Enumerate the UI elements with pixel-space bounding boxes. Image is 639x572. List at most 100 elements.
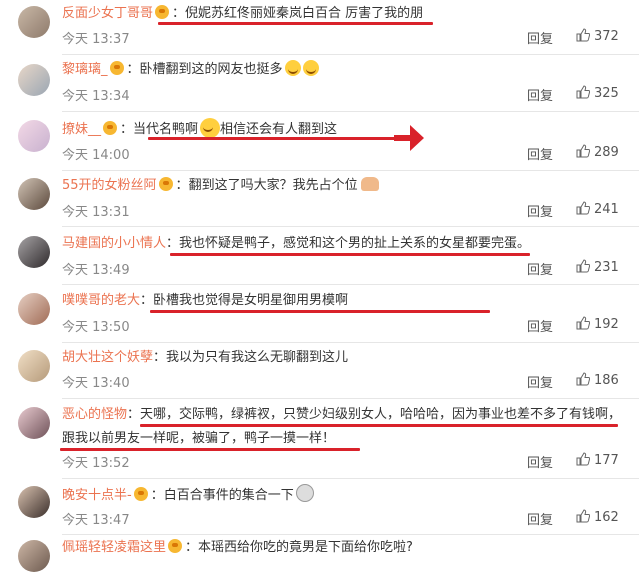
reply-button[interactable]: 回复 bbox=[527, 316, 553, 335]
like-count: 289 bbox=[594, 145, 619, 160]
comment-content: 噗噗哥的老大：卧槽我也觉得是女明星御用男模啊 bbox=[62, 293, 349, 308]
highlight-underline bbox=[60, 448, 360, 451]
comment-text: 翻到这了吗大家？我先占个位 bbox=[188, 178, 358, 193]
thumbs-up-icon bbox=[576, 85, 591, 99]
arrow-annotation-icon bbox=[394, 125, 424, 151]
highlight-underline bbox=[170, 253, 530, 256]
comment-content: 恶心的怪物：天哪，交际鸭，绿裤衩，只赞少妇级别女人，哈哈哈，因为事业也差不多了有… bbox=[62, 407, 622, 422]
highlight-underline bbox=[158, 22, 433, 25]
vip-badge-icon bbox=[133, 487, 148, 501]
thumbs-up-icon bbox=[576, 144, 591, 158]
divider bbox=[62, 478, 639, 479]
reply-button[interactable]: 回复 bbox=[527, 28, 553, 47]
avatar[interactable] bbox=[18, 407, 50, 439]
comment-text: 相信还会有人翻到这 bbox=[220, 122, 338, 137]
avatar[interactable] bbox=[18, 64, 50, 96]
username-link[interactable]: 反面少女丁哥哥 bbox=[62, 6, 153, 21]
highlight-underline bbox=[148, 137, 398, 140]
comment-text: 当代名鸭啊 bbox=[133, 122, 199, 137]
like-count: 192 bbox=[594, 317, 619, 332]
like-button[interactable]: 186 bbox=[576, 372, 619, 388]
like-button[interactable]: 372 bbox=[576, 28, 619, 44]
reply-button[interactable]: 回复 bbox=[527, 509, 553, 528]
avatar[interactable] bbox=[18, 350, 50, 382]
like-button[interactable]: 325 bbox=[576, 85, 619, 101]
avatar[interactable] bbox=[18, 6, 50, 38]
username-link[interactable]: 55开的女粉丝阿 bbox=[62, 178, 157, 193]
username-link[interactable]: 黎璃璃_ bbox=[62, 62, 108, 77]
username-link[interactable]: 恶心的怪物 bbox=[62, 407, 127, 422]
comment-content-continued: 跟我以前男友一样呢，被骗了，鸭子一摸一样！ bbox=[62, 429, 335, 449]
reply-button[interactable]: 回复 bbox=[527, 85, 553, 104]
thumbs-up-icon bbox=[576, 201, 591, 215]
divider bbox=[62, 111, 639, 112]
divider bbox=[62, 170, 639, 171]
avatar[interactable] bbox=[18, 293, 50, 325]
username-link[interactable]: 马建国的小小情人 bbox=[62, 236, 166, 251]
comment-content: 晚安十点半- ：白百合事件的集合一下 bbox=[62, 484, 314, 506]
username-link[interactable]: 晚安十点半- bbox=[62, 488, 132, 503]
timestamp: 今天 13:40 bbox=[62, 376, 130, 391]
comment-text: 天哪，交际鸭，绿裤衩，只赞少妇级别女人，哈哈哈，因为事业也差不多了有钱啊， bbox=[140, 407, 622, 422]
username-link[interactable]: 胡大壮这个妖孽 bbox=[62, 350, 153, 365]
highlight-underline bbox=[150, 310, 490, 313]
like-button[interactable]: 231 bbox=[576, 259, 619, 275]
divider bbox=[62, 284, 639, 285]
timestamp: 今天 13:50 bbox=[62, 320, 130, 335]
vip-badge-icon bbox=[103, 121, 118, 135]
like-button[interactable]: 241 bbox=[576, 201, 619, 217]
divider bbox=[62, 54, 639, 55]
like-button[interactable]: 162 bbox=[576, 509, 619, 525]
comment-text: 跟我以前男友一样呢，被骗了，鸭子一摸一样！ bbox=[62, 431, 336, 446]
username-link[interactable]: 佩瑶轻轻凌霜这里 bbox=[62, 540, 166, 555]
like-count: 241 bbox=[594, 202, 619, 217]
reply-button[interactable]: 回复 bbox=[527, 259, 553, 278]
divider bbox=[62, 342, 639, 343]
comment-text: 卧槽我也觉得是女明星御用男模啊 bbox=[153, 293, 349, 308]
comment-content: 反面少女丁哥哥 ：倪妮苏红佟丽娅秦岚白百合 厉害了我的朋 bbox=[62, 5, 424, 21]
comment-text: 倪妮苏红佟丽娅秦岚白百合 厉害了我的朋 bbox=[185, 6, 424, 21]
comment-content: 佩瑶轻轻凌霜这里 ：本瑶西给你吃的竟男是下面给你吃啦? bbox=[62, 539, 413, 555]
comment-content: 黎璃璃_ ：卧槽翻到这的网友也挺多 bbox=[62, 60, 319, 80]
thumbs-up-icon bbox=[576, 509, 591, 523]
username-link[interactable]: 撩妹__ bbox=[62, 122, 101, 137]
dog-emoji-icon bbox=[295, 484, 314, 502]
thumbs-up-icon bbox=[576, 452, 591, 466]
timestamp: 今天 13:31 bbox=[62, 205, 130, 220]
comment-content: 胡大壮这个妖孽：我以为只有我这么无聊翻到这儿 bbox=[62, 350, 349, 365]
avatar[interactable] bbox=[18, 178, 50, 210]
like-button[interactable]: 192 bbox=[576, 316, 619, 332]
username-link[interactable]: 噗噗哥的老大 bbox=[62, 293, 140, 308]
hands-emoji-icon bbox=[360, 177, 379, 191]
vip-badge-icon bbox=[109, 61, 124, 75]
smiley-emoji-icon bbox=[200, 118, 221, 138]
reply-button[interactable]: 回复 bbox=[527, 452, 553, 471]
vip-badge-icon bbox=[158, 177, 173, 191]
divider bbox=[62, 226, 639, 227]
comment-text: 我以为只有我这么无聊翻到这儿 bbox=[166, 350, 349, 365]
vip-badge-icon bbox=[155, 5, 170, 19]
reply-button[interactable]: 回复 bbox=[527, 201, 553, 220]
avatar[interactable] bbox=[18, 486, 50, 518]
reply-button[interactable]: 回复 bbox=[527, 144, 553, 163]
timestamp: 今天 14:00 bbox=[62, 148, 130, 163]
avatar[interactable] bbox=[18, 236, 50, 268]
highlight-underline bbox=[140, 424, 618, 427]
divider bbox=[62, 398, 639, 399]
comment-content: 55开的女粉丝阿 ：翻到这了吗大家？我先占个位 bbox=[62, 176, 379, 196]
like-button[interactable]: 177 bbox=[576, 452, 619, 468]
timestamp: 今天 13:52 bbox=[62, 456, 130, 471]
avatar[interactable] bbox=[18, 120, 50, 152]
comment-text: 卧槽翻到这的网友也挺多 bbox=[139, 62, 283, 77]
reply-button[interactable]: 回复 bbox=[527, 372, 553, 391]
avatar[interactable] bbox=[18, 540, 50, 572]
thumbs-up-icon bbox=[576, 316, 591, 330]
like-count: 231 bbox=[594, 260, 619, 275]
timestamp: 今天 13:47 bbox=[62, 513, 130, 528]
like-count: 372 bbox=[594, 29, 619, 44]
thumbs-up-icon bbox=[576, 372, 591, 386]
thumbs-up-icon bbox=[576, 259, 591, 273]
comment-text: 本瑶西给你吃的竟男是下面给你吃啦? bbox=[198, 540, 413, 555]
like-button[interactable]: 289 bbox=[576, 144, 619, 160]
timestamp: 今天 13:37 bbox=[62, 32, 130, 47]
